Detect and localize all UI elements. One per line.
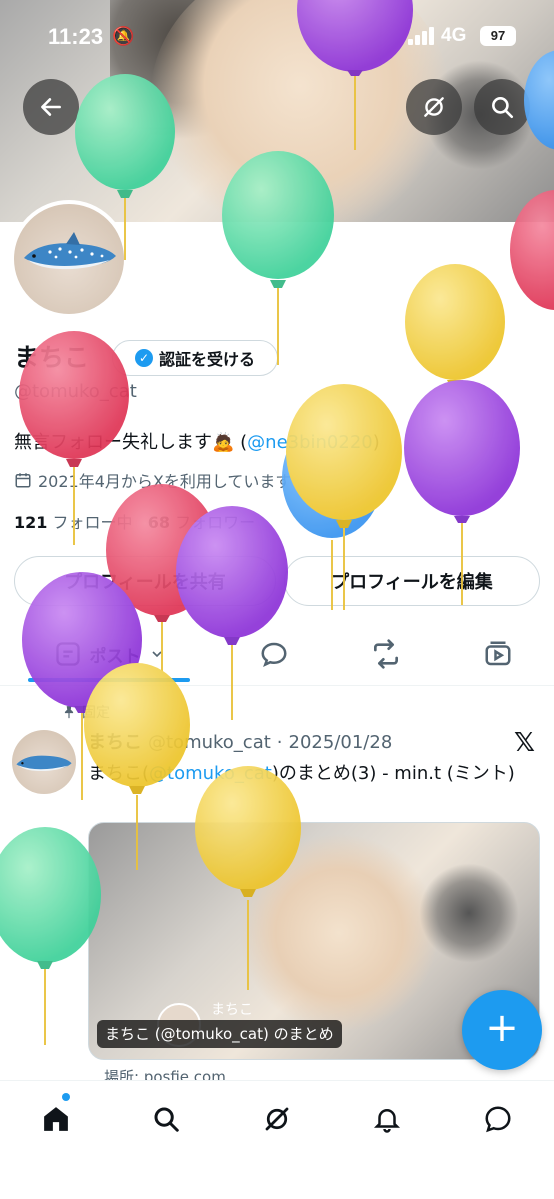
nav-grok[interactable] xyxy=(257,1099,297,1139)
search-button[interactable] xyxy=(474,79,530,135)
profile-bio: 無言フォロー失礼します🙇 (@ne3bin0220) xyxy=(14,428,380,454)
post-text-before: まちこ( xyxy=(88,763,150,784)
grok-icon xyxy=(424,97,444,117)
post-text-after: )のまとめ(3) - min.t (ミント) xyxy=(271,763,515,784)
nav-messages[interactable] xyxy=(478,1099,518,1139)
bio-mention-link[interactable]: @ne3bin0220 xyxy=(247,432,373,453)
post-date[interactable]: 2025/01/28 xyxy=(289,732,393,753)
profile-avatar[interactable] xyxy=(10,200,128,318)
followers-label[interactable]: フォロワー xyxy=(175,513,255,532)
bottom-navigation xyxy=(0,1080,554,1199)
status-bar: 11:23 🔕 4G 97 xyxy=(0,0,554,72)
whale-shark-plush-image xyxy=(16,755,72,772)
joined-date: 2021年4月からXを利用しています xyxy=(14,468,291,492)
search-icon xyxy=(492,97,514,119)
card-inner-name: まちこ xyxy=(211,1002,253,1018)
link-card-caption[interactable]: まちこ (@tomuko_cat) のまとめ xyxy=(97,1020,342,1048)
signal-icon xyxy=(408,27,434,45)
back-button[interactable] xyxy=(23,79,79,135)
tab-media[interactable] xyxy=(474,622,522,686)
tab-posts-label: ポスト xyxy=(89,646,141,667)
post-mention-link[interactable]: @tomuko_cat xyxy=(149,763,272,784)
post-author-handle[interactable]: @tomuko_cat xyxy=(148,732,271,753)
bio-tail: ) xyxy=(372,432,380,453)
pinned-indicator: 固定 xyxy=(62,702,110,722)
edit-profile-button[interactable]: プロフィールを編集 xyxy=(284,556,540,606)
bell-icon xyxy=(373,1109,401,1133)
grok-icon xyxy=(265,1107,289,1131)
followers-count[interactable]: 68 xyxy=(148,513,170,532)
active-tab-indicator xyxy=(28,678,190,682)
calendar-icon xyxy=(15,473,31,488)
chevron-down-icon[interactable] xyxy=(149,646,165,662)
verified-check-icon: ✓ xyxy=(134,349,153,367)
pin-icon xyxy=(64,706,74,719)
video-icon xyxy=(485,641,511,666)
post-header: まちこ @tomuko_cat · 2025/01/28 xyxy=(88,728,392,754)
plus-icon: + xyxy=(485,1005,519,1051)
joined-label: 2021年4月からXを利用しています xyxy=(38,472,292,491)
tab-reposts[interactable] xyxy=(362,622,410,686)
post-text: まちこ(@tomuko_cat)のまとめ(3) - min.t (ミント) xyxy=(88,760,544,787)
home-notification-dot xyxy=(62,1093,70,1101)
arrow-left-icon xyxy=(41,98,61,116)
card-bird xyxy=(419,863,519,963)
message-bubble-icon xyxy=(485,1106,511,1133)
compose-post-button[interactable]: + xyxy=(462,990,542,1070)
nav-home[interactable] xyxy=(36,1099,76,1139)
post-author-name[interactable]: まちこ xyxy=(88,728,142,754)
post-dot: · xyxy=(276,732,283,753)
bio-text: 無言フォロー失礼します🙇 ( xyxy=(14,432,248,453)
network-type: 4G xyxy=(441,25,467,46)
tab-replies[interactable] xyxy=(250,622,298,686)
tab-posts[interactable]: ポスト xyxy=(28,622,190,686)
follow-stats: 121 フォロー中 68 フォロワー xyxy=(14,509,255,533)
whale-shark-plush-image xyxy=(24,232,116,270)
home-icon xyxy=(44,1107,68,1131)
get-verified-label: 認証を受ける xyxy=(158,350,255,369)
battery-icon: 97 xyxy=(480,26,516,46)
grok-button[interactable] xyxy=(406,79,462,135)
following-count[interactable]: 121 xyxy=(14,513,47,532)
post-author-avatar[interactable] xyxy=(12,730,76,794)
x-logo-icon: 𝕏 xyxy=(514,728,535,758)
share-profile-button[interactable]: プロフィールを共有 xyxy=(14,556,276,606)
profile-tabs: ポスト xyxy=(0,622,554,686)
get-verified-button[interactable]: ✓ 認証を受ける xyxy=(112,340,278,376)
reply-icon xyxy=(261,642,287,668)
pinned-label: 固定 xyxy=(82,705,110,721)
post-icon xyxy=(55,642,80,666)
search-icon xyxy=(154,1107,179,1132)
card-illustration xyxy=(239,833,439,1033)
following-label[interactable]: フォロー中 xyxy=(53,513,133,532)
nav-notifications[interactable] xyxy=(367,1099,407,1139)
status-time: 11:23 xyxy=(48,24,104,49)
profile-name: まちこ xyxy=(14,343,90,372)
nav-search[interactable] xyxy=(146,1099,186,1139)
profile-handle: @tomuko_cat xyxy=(14,381,137,402)
repost-icon xyxy=(374,639,398,669)
bell-muted-icon: 🔕 xyxy=(112,26,135,47)
